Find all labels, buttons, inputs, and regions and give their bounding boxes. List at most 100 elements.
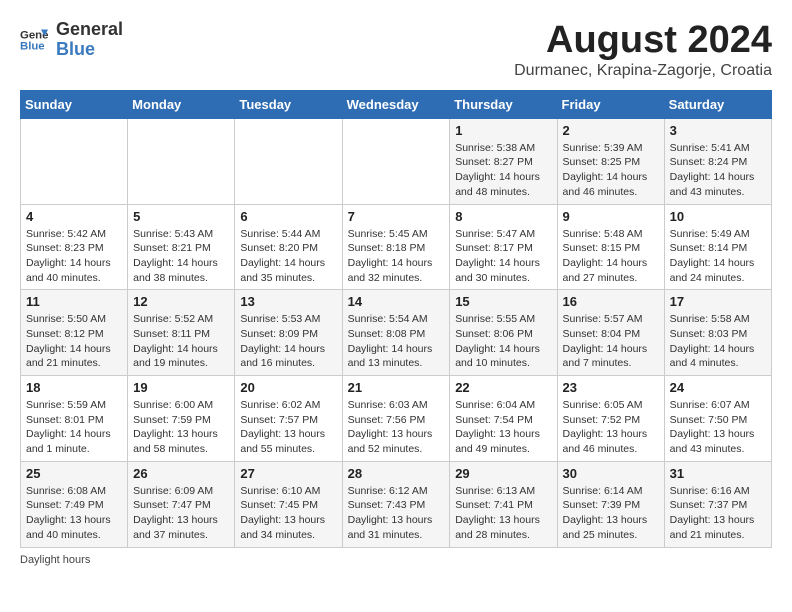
- day-info: Sunrise: 6:16 AM Sunset: 7:37 PM Dayligh…: [670, 484, 766, 543]
- day-info: Sunrise: 6:00 AM Sunset: 7:59 PM Dayligh…: [133, 398, 229, 457]
- day-info: Sunrise: 6:09 AM Sunset: 7:47 PM Dayligh…: [133, 484, 229, 543]
- day-number: 22: [455, 380, 551, 395]
- calendar-cell: 29 Sunrise: 6:13 AM Sunset: 7:41 PM Dayli…: [450, 461, 557, 547]
- day-info: Sunrise: 5:44 AM Sunset: 8:20 PM Dayligh…: [240, 227, 336, 286]
- day-info: Sunrise: 5:55 AM Sunset: 8:06 PM Dayligh…: [455, 312, 551, 371]
- day-number: 2: [563, 123, 659, 138]
- calendar-cell: [342, 118, 450, 204]
- logo-blue-text: Blue: [56, 40, 123, 60]
- calendar-cell: 23Sunrise: 6:05 AM Sunset: 7:52 PM Dayli…: [557, 376, 664, 462]
- calendar-cell: 31Sunrise: 6:16 AM Sunset: 7:37 PM Dayli…: [664, 461, 771, 547]
- day-number: 8: [455, 209, 551, 224]
- calendar-cell: 5 Sunrise: 5:43 AM Sunset: 8:21 PM Daylig…: [128, 204, 235, 290]
- day-number: 11: [26, 294, 122, 309]
- day-info: Sunrise: 5:53 AM Sunset: 8:09 PM Dayligh…: [240, 312, 336, 371]
- day-number: 7: [348, 209, 445, 224]
- calendar-cell: 19 Sunrise: 6:00 AM Sunset: 7:59 PM Dayli…: [128, 376, 235, 462]
- day-number: 21: [348, 380, 445, 395]
- calendar-cell: 16 Sunrise: 5:57 AM Sunset: 8:04 PM Dayli…: [557, 290, 664, 376]
- day-number: 18: [26, 380, 122, 395]
- day-info: Sunrise: 5:52 AM Sunset: 8:11 PM Dayligh…: [133, 312, 229, 371]
- logo-general-text: General: [56, 20, 123, 40]
- day-number: 10: [670, 209, 766, 224]
- calendar-cell: 30 Sunrise: 6:14 AM Sunset: 7:39 PM Dayli…: [557, 461, 664, 547]
- day-info: Sunrise: 5:45 AM Sunset: 8:18 PM Dayligh…: [348, 227, 445, 286]
- calendar-cell: 10 Sunrise: 5:49 AM Sunset: 8:14 PM Dayli…: [664, 204, 771, 290]
- calendar-cell: 22Sunrise: 6:04 AM Sunset: 7:54 PM Dayli…: [450, 376, 557, 462]
- day-number: 30: [563, 466, 659, 481]
- calendar-cell: [21, 118, 128, 204]
- day-number: 4: [26, 209, 122, 224]
- day-info: Sunrise: 5:42 AM Sunset: 8:23 PM Dayligh…: [26, 227, 122, 286]
- month-title: August 2024: [514, 20, 772, 62]
- day-number: 28: [348, 466, 445, 481]
- day-number: 25: [26, 466, 122, 481]
- calendar-cell: [128, 118, 235, 204]
- day-number: 19: [133, 380, 229, 395]
- day-info: Sunrise: 5:49 AM Sunset: 8:14 PM Dayligh…: [670, 227, 766, 286]
- calendar-cell: 7 Sunrise: 5:45 AM Sunset: 8:18 PM Daylig…: [342, 204, 450, 290]
- calendar-table: SundayMondayTuesdayWednesdayThursdayFrid…: [20, 90, 772, 548]
- calendar-cell: 11 Sunrise: 5:50 AM Sunset: 8:12 PM Dayli…: [21, 290, 128, 376]
- calendar-cell: 28 Sunrise: 6:12 AM Sunset: 7:43 PM Dayli…: [342, 461, 450, 547]
- day-info: Sunrise: 6:07 AM Sunset: 7:50 PM Dayligh…: [670, 398, 766, 457]
- day-number: 5: [133, 209, 229, 224]
- logo: General Blue General Blue: [20, 20, 123, 60]
- day-info: Sunrise: 6:13 AM Sunset: 7:41 PM Dayligh…: [455, 484, 551, 543]
- day-info: Sunrise: 5:47 AM Sunset: 8:17 PM Dayligh…: [455, 227, 551, 286]
- calendar-cell: 17 Sunrise: 5:58 AM Sunset: 8:03 PM Dayli…: [664, 290, 771, 376]
- day-number: 13: [240, 294, 336, 309]
- calendar-cell: 2 Sunrise: 5:39 AM Sunset: 8:25 PM Daylig…: [557, 118, 664, 204]
- calendar-cell: 27Sunrise: 6:10 AM Sunset: 7:45 PM Dayli…: [235, 461, 342, 547]
- day-number: 6: [240, 209, 336, 224]
- day-info: Sunrise: 6:10 AM Sunset: 7:45 PM Dayligh…: [240, 484, 336, 543]
- calendar-cell: 13 Sunrise: 5:53 AM Sunset: 8:09 PM Dayli…: [235, 290, 342, 376]
- calendar-cell: 1Sunrise: 5:38 AM Sunset: 8:27 PM Daylig…: [450, 118, 557, 204]
- day-info: Sunrise: 5:48 AM Sunset: 8:15 PM Dayligh…: [563, 227, 659, 286]
- day-number: 26: [133, 466, 229, 481]
- weekday-header-friday: Friday: [557, 90, 664, 118]
- svg-text:Blue: Blue: [20, 40, 45, 52]
- day-info: Sunrise: 5:50 AM Sunset: 8:12 PM Dayligh…: [26, 312, 122, 371]
- calendar-cell: 14 Sunrise: 5:54 AM Sunset: 8:08 PM Dayli…: [342, 290, 450, 376]
- day-info: Sunrise: 5:38 AM Sunset: 8:27 PM Dayligh…: [455, 141, 551, 200]
- day-number: 9: [563, 209, 659, 224]
- calendar-cell: 21 Sunrise: 6:03 AM Sunset: 7:56 PM Dayli…: [342, 376, 450, 462]
- weekday-header-sunday: Sunday: [21, 90, 128, 118]
- day-info: Sunrise: 5:43 AM Sunset: 8:21 PM Dayligh…: [133, 227, 229, 286]
- weekday-header-tuesday: Tuesday: [235, 90, 342, 118]
- day-info: Sunrise: 5:58 AM Sunset: 8:03 PM Dayligh…: [670, 312, 766, 371]
- day-info: Sunrise: 5:57 AM Sunset: 8:04 PM Dayligh…: [563, 312, 659, 371]
- calendar-cell: 3Sunrise: 5:41 AM Sunset: 8:24 PM Daylig…: [664, 118, 771, 204]
- location-title: Durmanec, Krapina-Zagorje, Croatia: [514, 62, 772, 80]
- calendar-cell: 15 Sunrise: 5:55 AM Sunset: 8:06 PM Dayli…: [450, 290, 557, 376]
- calendar-cell: 24 Sunrise: 6:07 AM Sunset: 7:50 PM Dayli…: [664, 376, 771, 462]
- day-info: Sunrise: 6:08 AM Sunset: 7:49 PM Dayligh…: [26, 484, 122, 543]
- day-number: 3: [670, 123, 766, 138]
- weekday-header-monday: Monday: [128, 90, 235, 118]
- day-number: 12: [133, 294, 229, 309]
- calendar-cell: 20Sunrise: 6:02 AM Sunset: 7:57 PM Dayli…: [235, 376, 342, 462]
- calendar-cell: 18Sunrise: 5:59 AM Sunset: 8:01 PM Dayli…: [21, 376, 128, 462]
- day-info: Sunrise: 6:03 AM Sunset: 7:56 PM Dayligh…: [348, 398, 445, 457]
- calendar-cell: 6 Sunrise: 5:44 AM Sunset: 8:20 PM Daylig…: [235, 204, 342, 290]
- day-number: 14: [348, 294, 445, 309]
- day-number: 15: [455, 294, 551, 309]
- calendar-cell: 9 Sunrise: 5:48 AM Sunset: 8:15 PM Daylig…: [557, 204, 664, 290]
- page-header: General Blue General Blue August 2024 Du…: [20, 20, 772, 80]
- day-number: 16: [563, 294, 659, 309]
- day-info: Sunrise: 6:02 AM Sunset: 7:57 PM Dayligh…: [240, 398, 336, 457]
- day-info: Sunrise: 6:12 AM Sunset: 7:43 PM Dayligh…: [348, 484, 445, 543]
- day-number: 29: [455, 466, 551, 481]
- calendar-cell: 12 Sunrise: 5:52 AM Sunset: 8:11 PM Dayli…: [128, 290, 235, 376]
- day-info: Sunrise: 6:14 AM Sunset: 7:39 PM Dayligh…: [563, 484, 659, 543]
- day-info: Sunrise: 5:54 AM Sunset: 8:08 PM Dayligh…: [348, 312, 445, 371]
- weekday-header-thursday: Thursday: [450, 90, 557, 118]
- day-number: 17: [670, 294, 766, 309]
- weekday-header-wednesday: Wednesday: [342, 90, 450, 118]
- day-number: 24: [670, 380, 766, 395]
- calendar-cell: [235, 118, 342, 204]
- footer-note: Daylight hours: [20, 554, 772, 566]
- day-info: Sunrise: 6:05 AM Sunset: 7:52 PM Dayligh…: [563, 398, 659, 457]
- day-info: Sunrise: 5:39 AM Sunset: 8:25 PM Dayligh…: [563, 141, 659, 200]
